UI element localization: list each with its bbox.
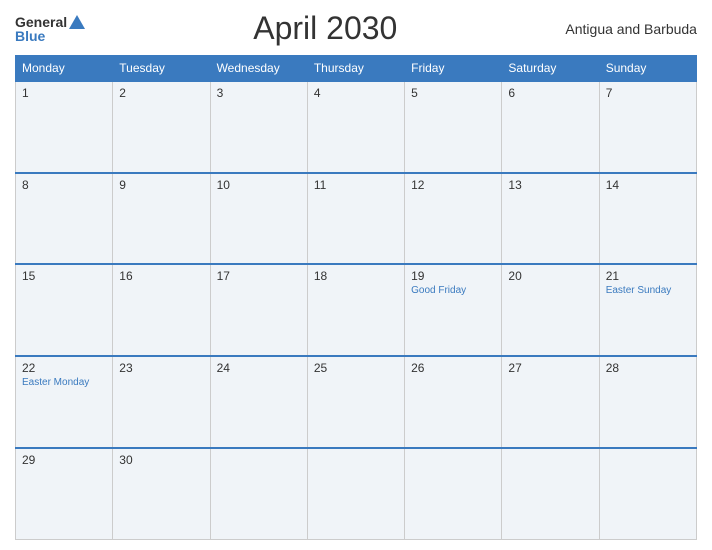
logo: General Blue (15, 15, 85, 43)
weekday-header-tuesday: Tuesday (113, 56, 210, 82)
day-number: 14 (606, 178, 690, 192)
day-number: 15 (22, 269, 106, 283)
country-label: Antigua and Barbuda (565, 21, 697, 37)
calendar-cell (210, 448, 307, 540)
calendar-row-3: 22 Easter Monday 23 24 25 26 27 28 (16, 356, 697, 448)
calendar-table: MondayTuesdayWednesdayThursdayFridaySatu… (15, 55, 697, 540)
weekday-header-saturday: Saturday (502, 56, 599, 82)
day-number: 12 (411, 178, 495, 192)
calendar-cell: 24 (210, 356, 307, 448)
calendar-cell: 21 Easter Sunday (599, 264, 696, 356)
day-number: 22 (22, 361, 106, 375)
day-number: 25 (314, 361, 398, 375)
day-number: 6 (508, 86, 592, 100)
day-number: 9 (119, 178, 203, 192)
day-number: 27 (508, 361, 592, 375)
day-number: 17 (217, 269, 301, 283)
calendar-cell: 26 (405, 356, 502, 448)
calendar-cell: 11 (307, 173, 404, 265)
calendar-cell: 28 (599, 356, 696, 448)
calendar-cell: 27 (502, 356, 599, 448)
calendar-row-0: 1234567 (16, 81, 697, 173)
weekday-header-thursday: Thursday (307, 56, 404, 82)
weekday-header-friday: Friday (405, 56, 502, 82)
calendar-cell (405, 448, 502, 540)
day-number: 2 (119, 86, 203, 100)
calendar-cell: 22 Easter Monday (16, 356, 113, 448)
calendar-cell: 17 (210, 264, 307, 356)
day-number: 10 (217, 178, 301, 192)
weekday-header-sunday: Sunday (599, 56, 696, 82)
page-title: April 2030 (253, 10, 397, 47)
calendar-header: MondayTuesdayWednesdayThursdayFridaySatu… (16, 56, 697, 82)
day-number: 1 (22, 86, 106, 100)
calendar-cell: 19 Good Friday (405, 264, 502, 356)
calendar-cell: 30 (113, 448, 210, 540)
day-number: 21 (606, 269, 690, 283)
day-number: 4 (314, 86, 398, 100)
page-header: General Blue April 2030 Antigua and Barb… (15, 10, 697, 47)
calendar-cell: 13 (502, 173, 599, 265)
day-number: 19 (411, 269, 495, 283)
calendar-cell: 6 (502, 81, 599, 173)
calendar-cell: 29 (16, 448, 113, 540)
calendar-cell: 15 (16, 264, 113, 356)
day-number: 28 (606, 361, 690, 375)
calendar-body: 12345678910111213141516171819Good Friday… (16, 81, 697, 540)
calendar-cell: 8 (16, 173, 113, 265)
calendar-cell: 14 (599, 173, 696, 265)
holiday-label: Good Friday (411, 285, 495, 296)
calendar-cell: 16 (113, 264, 210, 356)
calendar-cell (502, 448, 599, 540)
day-number: 16 (119, 269, 203, 283)
calendar-cell: 5 (405, 81, 502, 173)
calendar-cell: 3 (210, 81, 307, 173)
holiday-label: Easter Monday (22, 377, 106, 388)
weekday-header-monday: Monday (16, 56, 113, 82)
calendar-cell: 25 (307, 356, 404, 448)
day-number: 8 (22, 178, 106, 192)
day-number: 20 (508, 269, 592, 283)
calendar-cell: 12 (405, 173, 502, 265)
weekday-header-row: MondayTuesdayWednesdayThursdayFridaySatu… (16, 56, 697, 82)
day-number: 24 (217, 361, 301, 375)
calendar-cell: 20 (502, 264, 599, 356)
day-number: 13 (508, 178, 592, 192)
calendar-cell: 23 (113, 356, 210, 448)
calendar-cell (307, 448, 404, 540)
calendar-row-4: 29 30 (16, 448, 697, 540)
day-number: 30 (119, 453, 203, 467)
day-number: 5 (411, 86, 495, 100)
calendar-cell: 10 (210, 173, 307, 265)
holiday-label: Easter Sunday (606, 285, 690, 296)
logo-general-text: General (15, 15, 67, 29)
calendar-row-2: 15 16 17 18 19 Good Friday 20 21 Easter Sunday (16, 264, 697, 356)
calendar-cell: 7 (599, 81, 696, 173)
day-number: 29 (22, 453, 106, 467)
calendar-cell: 4 (307, 81, 404, 173)
calendar-cell: 18 (307, 264, 404, 356)
calendar-cell (599, 448, 696, 540)
logo-triangle-icon (69, 15, 85, 29)
logo-blue-text: Blue (15, 29, 45, 43)
calendar-cell: 9 (113, 173, 210, 265)
day-number: 7 (606, 86, 690, 100)
day-number: 26 (411, 361, 495, 375)
day-number: 3 (217, 86, 301, 100)
weekday-header-wednesday: Wednesday (210, 56, 307, 82)
calendar-cell: 1 (16, 81, 113, 173)
day-number: 11 (314, 178, 398, 192)
day-number: 18 (314, 269, 398, 283)
day-number: 23 (119, 361, 203, 375)
calendar-row-1: 89 10 11 12 13 14 (16, 173, 697, 265)
calendar-cell: 2 (113, 81, 210, 173)
